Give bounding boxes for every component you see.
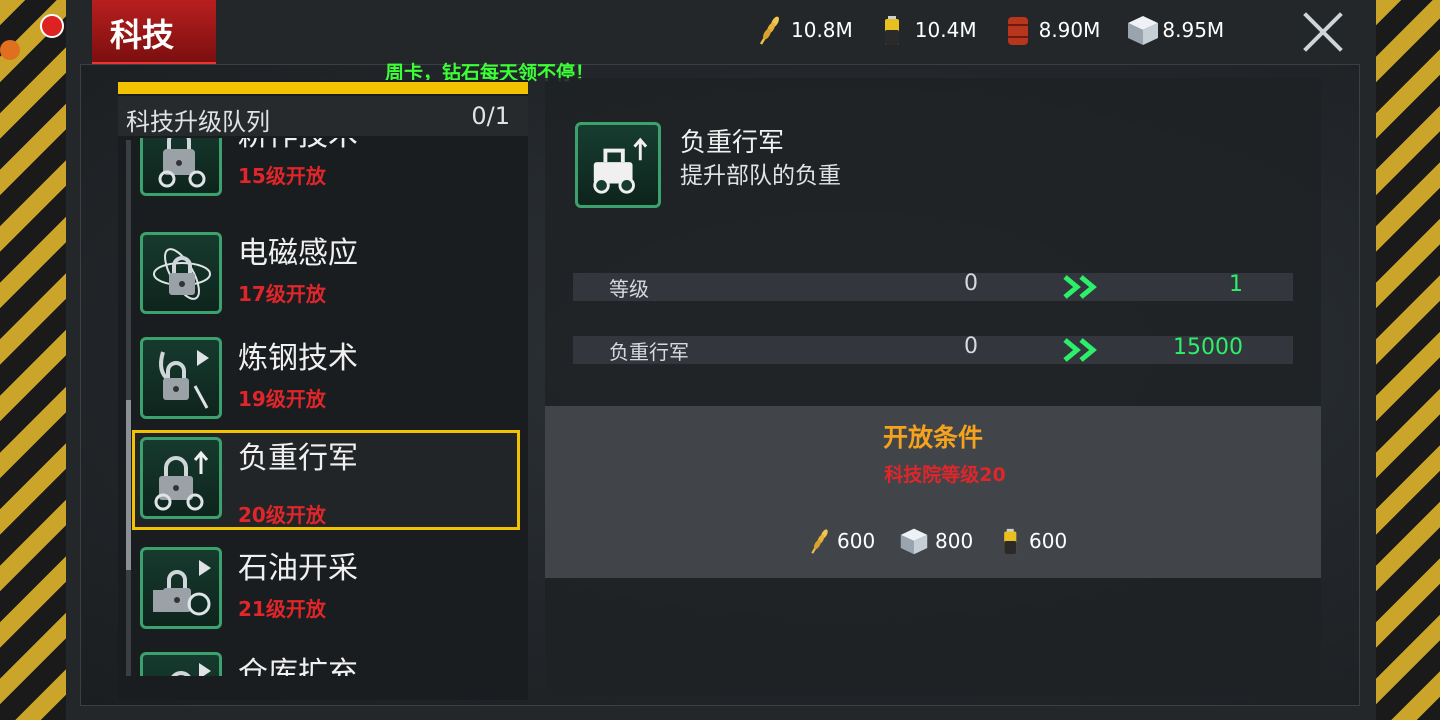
tech-requirement: 15级开放 (238, 164, 326, 188)
wheat-icon (755, 14, 785, 46)
tech-item-load-march[interactable]: 负重行军 20级开放 (132, 430, 520, 530)
steel-amount: 8.95M (1162, 18, 1225, 42)
tech-item-steelmaking[interactable]: 炼钢技术 19级开放 (132, 331, 520, 431)
oil-barrel-icon (1003, 14, 1033, 46)
title-tab: 科技 (92, 0, 216, 64)
notification-dot[interactable] (40, 14, 64, 38)
double-chevron-icon (1063, 275, 1107, 303)
close-icon[interactable] (1300, 8, 1346, 54)
cost-wheat: 600 (807, 526, 875, 556)
resource-wheat: 10.8M (755, 14, 853, 46)
stat-current: 0 (964, 334, 978, 359)
tech-list: 耕作技术 15级开放 电磁感应 17级开放 炼钢技术 19级开放 负重行军 20… (118, 138, 528, 676)
page-title: 科技 (110, 16, 175, 54)
wheat-amount: 10.8M (791, 18, 853, 42)
tech-item-farming[interactable]: 耕作技术 15级开放 (132, 138, 520, 208)
tech-detail-panel (545, 78, 1321, 696)
queue-progress-bar (118, 82, 528, 94)
tech-item-oil-extraction[interactable]: 石油开采 21级开放 (132, 541, 520, 641)
tech-item-electromagnetic[interactable]: 电磁感应 17级开放 (132, 226, 520, 326)
truck-upgrade-icon (140, 437, 222, 519)
double-chevron-icon (1063, 338, 1107, 366)
battery-icon (879, 14, 909, 46)
tech-name: 仓库扩充 (238, 656, 358, 676)
tech-name: 耕作技术 (238, 138, 358, 154)
bird-icon[interactable] (0, 40, 20, 60)
truck-upgrade-icon (575, 122, 661, 208)
crane-icon (140, 337, 222, 419)
tech-requirement: 19级开放 (238, 387, 326, 411)
condition-requirement: 科技院等级20 (884, 464, 1006, 486)
condition-title: 开放条件 (882, 423, 983, 452)
warehouse-icon (140, 652, 222, 676)
cost-value: 600 (1029, 529, 1068, 553)
upgrade-queue: 科技升级队列 0/1 (118, 96, 528, 136)
resource-steel: 8.95M (1126, 14, 1224, 46)
tech-requirement: 21级开放 (238, 597, 326, 621)
tech-item-warehouse[interactable]: 仓库扩充 (132, 646, 520, 676)
hazard-stripes-left (0, 0, 66, 720)
cost-battery: 600 (999, 526, 1067, 556)
queue-label: 科技升级队列 (126, 108, 270, 136)
stat-label: 负重行军 (609, 340, 689, 364)
tech-name: 石油开采 (238, 551, 358, 586)
tech-requirement: 17级开放 (238, 282, 326, 306)
tech-requirement: 20级开放 (238, 503, 326, 527)
cost-value: 800 (935, 529, 974, 553)
stat-label: 等级 (609, 277, 649, 301)
cost-steel: 800 (899, 526, 973, 556)
atom-icon (140, 232, 222, 314)
tech-name: 负重行军 (238, 441, 358, 476)
resource-bar: 10.8M 10.4M 8.90M 8.95M (755, 10, 1250, 50)
resource-battery: 10.4M (879, 14, 977, 46)
tractor-icon (140, 138, 222, 196)
stat-current: 0 (964, 271, 978, 296)
tech-name: 电磁感应 (238, 236, 358, 271)
stat-row-load: 负重行军 0 15000 (573, 334, 1293, 366)
steel-cube-icon (1126, 14, 1159, 46)
battery-amount: 10.4M (914, 18, 977, 42)
battery-icon (999, 526, 1025, 556)
cost-value: 600 (837, 529, 876, 553)
tech-name: 炼钢技术 (238, 341, 358, 376)
oil-pump-icon (140, 547, 222, 629)
detail-title: 负重行军 (680, 128, 785, 158)
hazard-stripes-right (1376, 0, 1440, 720)
stat-next: 15000 (1173, 335, 1243, 360)
steel-cube-icon (899, 526, 931, 556)
stat-row-level: 等级 0 1 (573, 271, 1293, 303)
unlock-conditions: 开放条件 科技院等级20 600 800 600 (545, 406, 1321, 578)
oil-amount: 8.90M (1038, 18, 1101, 42)
detail-description: 提升部队的负重 (680, 163, 841, 189)
queue-count: 0/1 (471, 102, 510, 130)
wheat-icon (807, 526, 833, 556)
stat-next: 1 (1229, 272, 1243, 297)
resource-oil: 8.90M (1003, 14, 1101, 46)
